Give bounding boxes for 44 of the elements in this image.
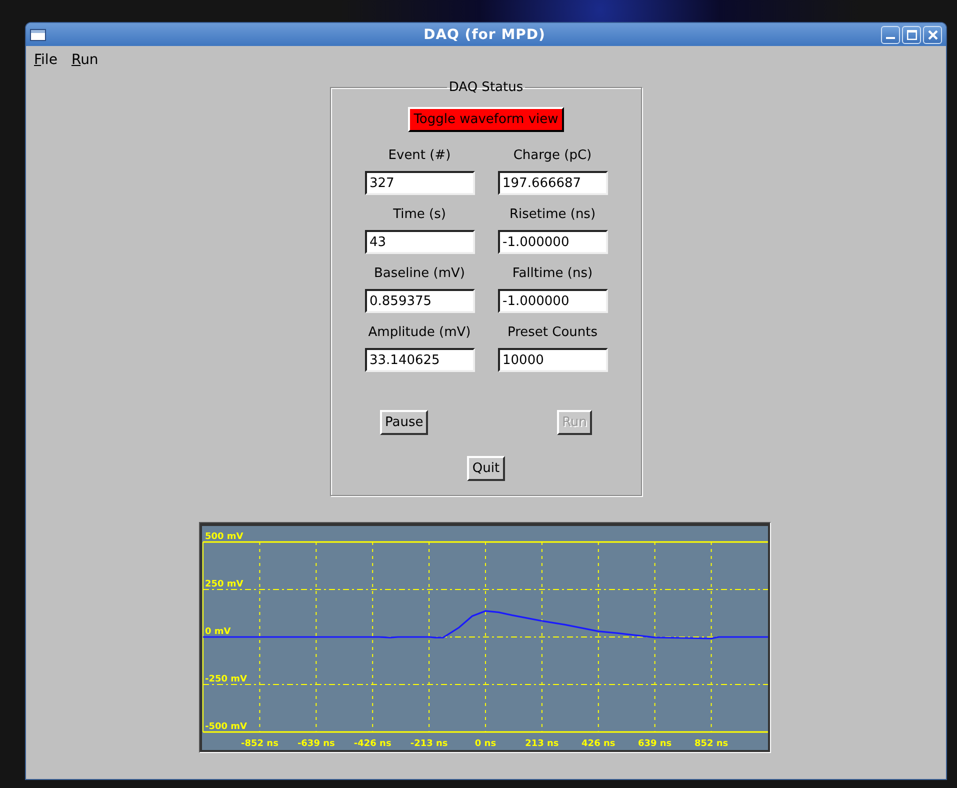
- value-field[interactable]: 10000: [498, 348, 608, 372]
- field-label: Risetime (ns): [509, 207, 596, 222]
- axis-label: -500 mV: [205, 722, 247, 732]
- field-label: Charge (pC): [513, 148, 592, 163]
- axis-label: -852 ns: [241, 739, 278, 749]
- toggle-waveform-button[interactable]: Toggle waveform view: [408, 107, 564, 132]
- axis-label: 0 ns: [474, 739, 496, 749]
- axis-label: -426 ns: [354, 739, 392, 749]
- window-title: DAQ (for MPD): [422, 26, 546, 42]
- value-field[interactable]: 43: [364, 230, 474, 254]
- axis-label: 250 mV: [205, 580, 244, 590]
- maximize-icon: [906, 30, 916, 40]
- panel-title: DAQ Status: [448, 80, 524, 95]
- value-field[interactable]: -1.000000: [498, 230, 608, 254]
- close-icon: [928, 30, 938, 40]
- field-label: Falltime (ns): [512, 266, 593, 281]
- window-icon: [30, 28, 46, 40]
- axis-label: 639 ns: [638, 739, 672, 749]
- axis-label: 213 ns: [525, 739, 559, 749]
- field-label: Preset Counts: [507, 325, 598, 340]
- axis-label: 0 mV: [205, 627, 231, 637]
- value-field[interactable]: 197.666687: [498, 171, 608, 195]
- field-label: Baseline (mV): [374, 266, 465, 281]
- action-button[interactable]: Quit: [467, 456, 505, 481]
- minimize-button[interactable]: [881, 26, 900, 44]
- menu-item[interactable]: Run: [71, 52, 98, 68]
- field-label: Event (#): [388, 148, 451, 163]
- field-label: Time (s): [393, 207, 446, 222]
- axis-label: 852 ns: [694, 739, 728, 749]
- axis-label: -250 mV: [205, 674, 247, 684]
- value-field[interactable]: -1.000000: [498, 289, 608, 313]
- axis-label: 426 ns: [582, 739, 616, 749]
- axis-label: 500 mV: [205, 532, 244, 542]
- field-label: Amplitude (mV): [368, 325, 471, 340]
- minimize-icon: [886, 37, 895, 39]
- menu-item[interactable]: File: [34, 52, 58, 68]
- action-button[interactable]: Pause: [380, 410, 428, 435]
- value-field[interactable]: 33.140625: [364, 348, 474, 372]
- value-field[interactable]: 327: [364, 171, 474, 195]
- close-button[interactable]: [923, 26, 942, 44]
- axis-label: -639 ns: [297, 739, 335, 749]
- maximize-button[interactable]: [902, 26, 921, 44]
- axis-label: -213 ns: [410, 739, 448, 749]
- value-field[interactable]: 0.859375: [364, 289, 474, 313]
